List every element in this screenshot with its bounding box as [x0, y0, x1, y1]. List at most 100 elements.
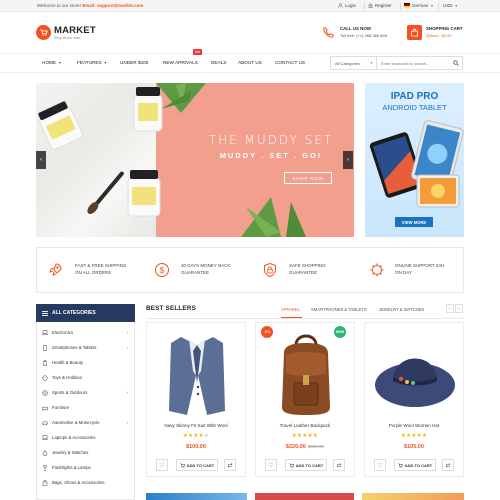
product-card[interactable]: NEW Purple Wool Women Hat ★★★★★ $105.00 …: [334, 322, 464, 477]
nav-home[interactable]: HOME ▼: [42, 60, 62, 65]
money-icon: $: [155, 263, 169, 277]
current-price: $105.00: [404, 444, 424, 450]
product-name[interactable]: Purple Wool Women Hat: [365, 423, 463, 428]
hero-product-image: [38, 83, 306, 237]
hero-subtitle: MUDDY . SET . GO!: [219, 151, 323, 160]
carousel-next-button[interactable]: ›: [455, 304, 463, 313]
category-item-laptops[interactable]: Laptops & Accessories: [37, 430, 134, 445]
wishlist-button[interactable]: ♡: [374, 459, 386, 471]
product-name[interactable]: Travel Leather Backpack: [256, 423, 354, 428]
add-to-cart-button[interactable]: ADD TO CART: [285, 459, 327, 471]
feature-shipping-text: FAST & FREE SHIPPING ON ALL ORDERS: [75, 263, 126, 276]
heart-icon: ♡: [268, 462, 274, 469]
search-category-select[interactable]: All Categories ▼: [331, 57, 377, 69]
cart-title[interactable]: SHOPPING CART: [426, 26, 463, 31]
category-item-automotive[interactable]: Automotive & Motorcycle ›: [37, 415, 134, 430]
nav-deals[interactable]: DEALS: [211, 60, 226, 65]
carousel-prev-button[interactable]: ‹: [446, 304, 454, 313]
category-label: Jewelry & Watches: [52, 450, 89, 455]
nav-under-100[interactable]: UNDER $100: [120, 60, 148, 65]
category-label: Laptops & Accessories: [52, 435, 96, 440]
shield-lock-icon: [264, 262, 276, 278]
category-item-smartphones[interactable]: Smartphones & Tablets ›: [37, 340, 134, 355]
compare-button[interactable]: ⇄: [442, 459, 454, 471]
divider: [364, 2, 365, 10]
language-select[interactable]: German ▼: [404, 3, 434, 8]
feature-line: ONLINE SUPPORT 24H: [395, 263, 445, 268]
category-label: Sports & Outdoors: [52, 390, 88, 395]
tab-apparel[interactable]: APPAREL: [281, 307, 300, 312]
rating-stars: ★★★★★: [182, 433, 210, 439]
product-card[interactable]: -5% Travel Leather Backpack ★★★★★ $220.0…: [255, 322, 355, 477]
logo-icon[interactable]: [36, 25, 51, 40]
category-item-toys-hobbies[interactable]: Toys & Hobbies: [37, 370, 134, 385]
bag-icon: [42, 479, 48, 486]
cart-summary[interactable]: 02item - $0.00: [426, 33, 452, 38]
currency-select[interactable]: USD ▼: [443, 3, 458, 8]
chevron-down-icon: ▼: [58, 60, 62, 65]
promo-banner-strip[interactable]: [362, 493, 464, 500]
feature-line: GUARANTEE: [289, 269, 318, 275]
compare-icon: ⇄: [445, 462, 451, 469]
product-price: $105.00: [365, 444, 463, 450]
feature-line: GUARANTEE: [181, 269, 210, 275]
cart-logo-icon: [40, 29, 48, 36]
support-email[interactable]: Email: support@market.com: [82, 3, 143, 8]
divider: [400, 2, 401, 10]
chevron-down-icon: ▼: [430, 3, 434, 8]
ball-icon: [42, 389, 48, 396]
bottle-icon: [42, 359, 48, 366]
nav-contact-us[interactable]: CONTACT US: [275, 60, 305, 65]
category-item-furniture[interactable]: Furniture: [37, 400, 134, 415]
feature-money-back-text: 30 DAYS MONEY BACK GUARANTEE: [181, 263, 230, 276]
search-input[interactable]: [377, 57, 449, 69]
product-name[interactable]: Navy Skinny Fit Suit With Wool: [147, 423, 245, 428]
add-to-cart-button[interactable]: ADD TO CART: [176, 459, 218, 471]
nav-features[interactable]: FEATURES ▼: [77, 60, 107, 65]
german-flag-icon: [404, 3, 410, 8]
call-number[interactable]: Toll free: (+1) 268 368 668: [340, 33, 387, 38]
hero-slider[interactable]: THE MUDDY SET MUDDY . SET . GO! SHOP NOW…: [36, 83, 354, 237]
ipad-banner-title: IPAD PRO: [390, 91, 439, 102]
tab-jewelry-watches[interactable]: JEWELRY & WATCHES: [379, 307, 424, 312]
category-item-jewelry[interactable]: Jewelry & Watches: [37, 445, 134, 460]
category-item-sports-outdoors[interactable]: Sports & Outdoors ›: [37, 385, 134, 400]
logo-title[interactable]: MARKET: [54, 25, 96, 36]
nav-new-arrivals[interactable]: NEW ARRIVALS: [163, 60, 198, 65]
wishlist-button[interactable]: ♡: [156, 459, 168, 471]
product-price: $220.00 $229.00: [256, 444, 354, 450]
nav-about-us[interactable]: ABOUT US: [238, 60, 262, 65]
search-button[interactable]: [449, 57, 462, 69]
hero-shop-now-button[interactable]: SHOP NOW: [284, 172, 332, 184]
category-item-health-beauty[interactable]: Health & Beauty: [37, 355, 134, 370]
product-card[interactable]: Navy Skinny Fit Suit With Wool ★★★★★ $10…: [146, 322, 246, 477]
promo-banner-strip[interactable]: [146, 493, 247, 500]
language-label: German: [412, 3, 429, 8]
add-to-cart-label: ADD TO CART: [186, 462, 215, 468]
feature-safe-shopping-text: SAFE SHOPPING GUARANTEE: [289, 263, 326, 276]
rocket-icon: [49, 263, 62, 276]
wishlist-button[interactable]: ♡: [265, 459, 277, 471]
all-categories-header[interactable]: ALL CATEGORIES: [36, 304, 135, 322]
category-item-bags-shoes[interactable]: Bags, Shoes & Accessories: [37, 475, 134, 490]
view-more-button[interactable]: VIEW MORE: [395, 217, 433, 227]
chevron-left-icon: ‹: [449, 306, 451, 311]
register-link[interactable]: Register: [368, 3, 392, 8]
category-item-electronics[interactable]: Electronics ›: [37, 325, 134, 340]
compare-icon: ⇄: [227, 462, 233, 469]
category-item-flashlights[interactable]: Flashlights & Lamps: [37, 460, 134, 475]
compare-button[interactable]: ⇄: [333, 459, 345, 471]
login-link[interactable]: Login: [338, 3, 356, 8]
feature-line: 30 DAYS MONEY BACK: [181, 263, 231, 268]
slider-prev-button[interactable]: ‹: [36, 151, 46, 169]
cart-icon[interactable]: [407, 25, 422, 40]
nav-under-100-label: UNDER $100: [120, 60, 149, 65]
sale-badge: -5%: [261, 326, 273, 338]
add-to-cart-button[interactable]: ADD TO CART: [394, 459, 436, 471]
compare-button[interactable]: ⇄: [224, 459, 236, 471]
ipad-promo-banner[interactable]: IPAD PRO ANDROID TABLET VIEW MORE: [365, 83, 464, 237]
cart-icon: [289, 463, 294, 468]
promo-banner-strip[interactable]: [255, 493, 354, 500]
tab-smartphones-tablets[interactable]: SMARTPHONES & TABLETS: [311, 307, 367, 312]
slider-next-button[interactable]: ›: [343, 151, 353, 169]
